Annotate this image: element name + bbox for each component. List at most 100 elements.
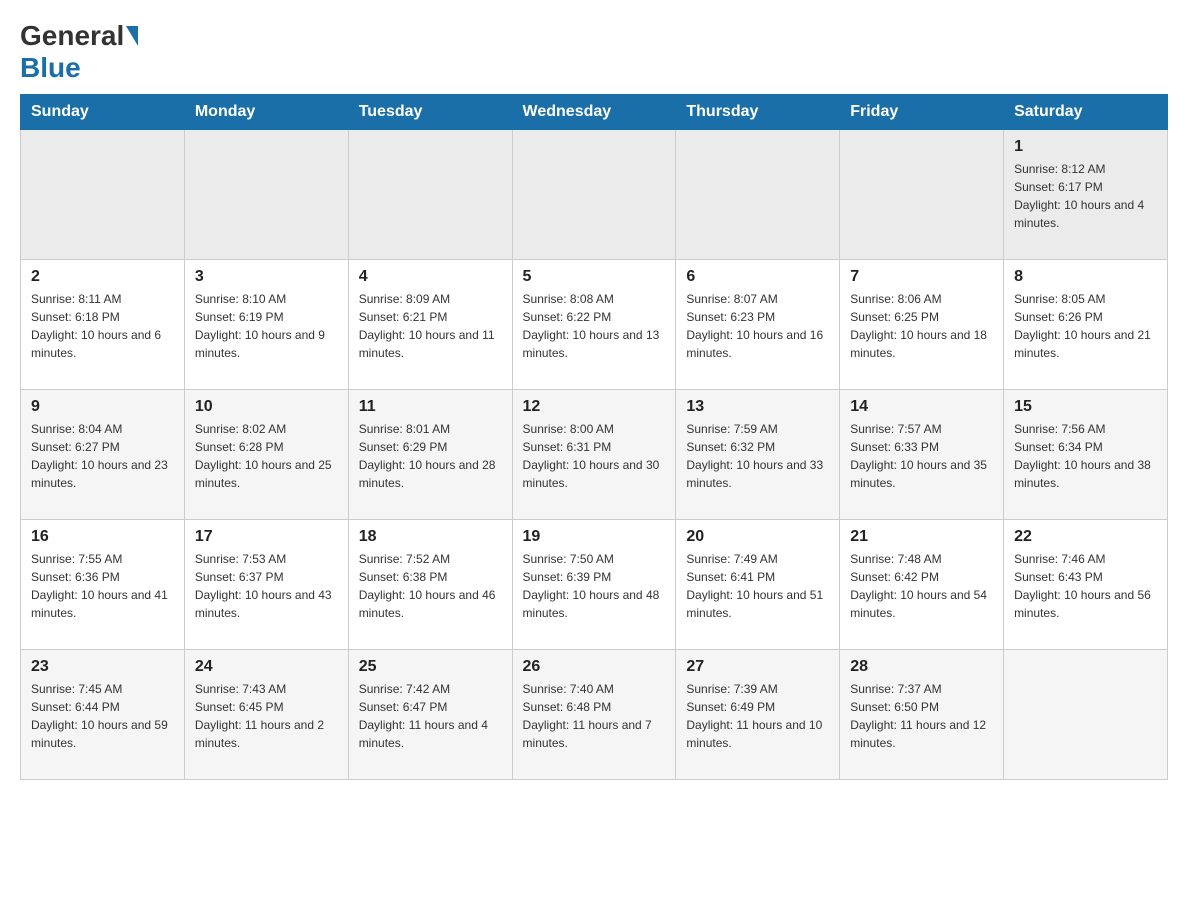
day-info: Sunrise: 7:59 AMSunset: 6:32 PMDaylight:… bbox=[686, 420, 829, 492]
calendar-cell: 21 Sunrise: 7:48 AMSunset: 6:42 PMDayligh… bbox=[840, 520, 1004, 650]
logo-triangle-icon bbox=[126, 26, 138, 46]
calendar-week-row: 23Sunrise: 7:45 AMSunset: 6:44 PMDayligh… bbox=[21, 650, 1168, 780]
calendar-table: SundayMondayTuesdayWednesdayThursdayFrid… bbox=[20, 94, 1168, 780]
calendar-cell: 25 Sunrise: 7:42 AMSunset: 6:47 PMDayligh… bbox=[348, 650, 512, 780]
calendar-cell: 14 Sunrise: 7:57 AMSunset: 6:33 PMDayligh… bbox=[840, 390, 1004, 520]
calendar-cell bbox=[184, 130, 348, 260]
day-info: Sunrise: 8:12 AMSunset: 6:17 PMDaylight:… bbox=[1014, 160, 1157, 232]
calendar-cell bbox=[348, 130, 512, 260]
calendar-cell: 11Sunrise: 8:01 AMSunset: 6:29 PMDayligh… bbox=[348, 390, 512, 520]
day-number: 20 bbox=[686, 528, 829, 546]
calendar-week-row: 2 Sunrise: 8:11 AMSunset: 6:18 PMDaylight… bbox=[21, 260, 1168, 390]
calendar-cell: 7 Sunrise: 8:06 AMSunset: 6:25 PMDaylight… bbox=[840, 260, 1004, 390]
calendar-cell bbox=[21, 130, 185, 260]
calendar-cell: 6Sunrise: 8:07 AMSunset: 6:23 PMDaylight… bbox=[676, 260, 840, 390]
calendar-cell: 27 Sunrise: 7:39 AMSunset: 6:49 PMDayligh… bbox=[676, 650, 840, 780]
weekday-header-sunday: Sunday bbox=[21, 95, 185, 130]
day-number: 3 bbox=[195, 268, 338, 286]
day-number: 17 bbox=[195, 528, 338, 546]
day-number: 16 bbox=[31, 528, 174, 546]
calendar-cell bbox=[1004, 650, 1168, 780]
calendar-week-row: 9 Sunrise: 8:04 AMSunset: 6:27 PMDaylight… bbox=[21, 390, 1168, 520]
calendar-cell: 10Sunrise: 8:02 AMSunset: 6:28 PMDayligh… bbox=[184, 390, 348, 520]
weekday-header-thursday: Thursday bbox=[676, 95, 840, 130]
day-info: Sunrise: 7:48 AMSunset: 6:42 PMDaylight:… bbox=[850, 550, 993, 622]
day-info: Sunrise: 7:37 AMSunset: 6:50 PMDaylight:… bbox=[850, 680, 993, 752]
calendar-cell: 22 Sunrise: 7:46 AMSunset: 6:43 PMDayligh… bbox=[1004, 520, 1168, 650]
day-number: 2 bbox=[31, 268, 174, 286]
day-info: Sunrise: 7:52 AMSunset: 6:38 PMDaylight:… bbox=[359, 550, 502, 622]
logo-blue-text: Blue bbox=[20, 52, 81, 83]
day-number: 21 bbox=[850, 528, 993, 546]
day-number: 27 bbox=[686, 658, 829, 676]
calendar-cell: 28 Sunrise: 7:37 AMSunset: 6:50 PMDayligh… bbox=[840, 650, 1004, 780]
calendar-week-row: 16 Sunrise: 7:55 AMSunset: 6:36 PMDayligh… bbox=[21, 520, 1168, 650]
day-info: Sunrise: 7:40 AMSunset: 6:48 PMDaylight:… bbox=[523, 680, 666, 752]
day-number: 19 bbox=[523, 528, 666, 546]
calendar-cell: 2 Sunrise: 8:11 AMSunset: 6:18 PMDaylight… bbox=[21, 260, 185, 390]
day-info: Sunrise: 7:57 AMSunset: 6:33 PMDaylight:… bbox=[850, 420, 993, 492]
calendar-cell: 17Sunrise: 7:53 AMSunset: 6:37 PMDayligh… bbox=[184, 520, 348, 650]
day-number: 18 bbox=[359, 528, 502, 546]
calendar-cell bbox=[512, 130, 676, 260]
day-info: Sunrise: 8:04 AMSunset: 6:27 PMDaylight:… bbox=[31, 420, 174, 492]
day-number: 28 bbox=[850, 658, 993, 676]
day-info: Sunrise: 8:05 AMSunset: 6:26 PMDaylight:… bbox=[1014, 290, 1157, 362]
calendar-cell: 12 Sunrise: 8:00 AMSunset: 6:31 PMDayligh… bbox=[512, 390, 676, 520]
day-number: 13 bbox=[686, 398, 829, 416]
day-info: Sunrise: 7:46 AMSunset: 6:43 PMDaylight:… bbox=[1014, 550, 1157, 622]
day-number: 25 bbox=[359, 658, 502, 676]
day-number: 22 bbox=[1014, 528, 1157, 546]
day-info: Sunrise: 7:49 AMSunset: 6:41 PMDaylight:… bbox=[686, 550, 829, 622]
weekday-header-friday: Friday bbox=[840, 95, 1004, 130]
page-header: General Blue bbox=[20, 20, 1168, 84]
calendar-cell: 3 Sunrise: 8:10 AMSunset: 6:19 PMDaylight… bbox=[184, 260, 348, 390]
weekday-header-monday: Monday bbox=[184, 95, 348, 130]
calendar-cell: 23Sunrise: 7:45 AMSunset: 6:44 PMDayligh… bbox=[21, 650, 185, 780]
day-number: 15 bbox=[1014, 398, 1157, 416]
logo-general-text: General bbox=[20, 20, 124, 52]
day-info: Sunrise: 7:43 AMSunset: 6:45 PMDaylight:… bbox=[195, 680, 338, 752]
calendar-cell: 18 Sunrise: 7:52 AMSunset: 6:38 PMDayligh… bbox=[348, 520, 512, 650]
day-info: Sunrise: 7:56 AMSunset: 6:34 PMDaylight:… bbox=[1014, 420, 1157, 492]
day-number: 23 bbox=[31, 658, 174, 676]
calendar-cell: 13 Sunrise: 7:59 AMSunset: 6:32 PMDayligh… bbox=[676, 390, 840, 520]
day-number: 4 bbox=[359, 268, 502, 286]
calendar-cell: 24 Sunrise: 7:43 AMSunset: 6:45 PMDayligh… bbox=[184, 650, 348, 780]
calendar-cell: 16 Sunrise: 7:55 AMSunset: 6:36 PMDayligh… bbox=[21, 520, 185, 650]
weekday-header-saturday: Saturday bbox=[1004, 95, 1168, 130]
day-number: 9 bbox=[31, 398, 174, 416]
calendar-week-row: 1 Sunrise: 8:12 AMSunset: 6:17 PMDaylight… bbox=[21, 130, 1168, 260]
calendar-cell: 20 Sunrise: 7:49 AMSunset: 6:41 PMDayligh… bbox=[676, 520, 840, 650]
day-info: Sunrise: 8:08 AMSunset: 6:22 PMDaylight:… bbox=[523, 290, 666, 362]
calendar-cell: 9 Sunrise: 8:04 AMSunset: 6:27 PMDaylight… bbox=[21, 390, 185, 520]
day-number: 10 bbox=[195, 398, 338, 416]
calendar-cell bbox=[676, 130, 840, 260]
day-info: Sunrise: 8:01 AMSunset: 6:29 PMDaylight:… bbox=[359, 420, 502, 492]
logo: General Blue bbox=[20, 20, 140, 84]
day-info: Sunrise: 8:11 AMSunset: 6:18 PMDaylight:… bbox=[31, 290, 174, 362]
day-info: Sunrise: 7:39 AMSunset: 6:49 PMDaylight:… bbox=[686, 680, 829, 752]
calendar-cell: 8 Sunrise: 8:05 AMSunset: 6:26 PMDaylight… bbox=[1004, 260, 1168, 390]
day-number: 5 bbox=[523, 268, 666, 286]
calendar-cell: 4Sunrise: 8:09 AMSunset: 6:21 PMDaylight… bbox=[348, 260, 512, 390]
day-info: Sunrise: 8:07 AMSunset: 6:23 PMDaylight:… bbox=[686, 290, 829, 362]
weekday-header-wednesday: Wednesday bbox=[512, 95, 676, 130]
weekday-header-row: SundayMondayTuesdayWednesdayThursdayFrid… bbox=[21, 95, 1168, 130]
day-info: Sunrise: 7:42 AMSunset: 6:47 PMDaylight:… bbox=[359, 680, 502, 752]
day-info: Sunrise: 8:06 AMSunset: 6:25 PMDaylight:… bbox=[850, 290, 993, 362]
calendar-cell: 1 Sunrise: 8:12 AMSunset: 6:17 PMDaylight… bbox=[1004, 130, 1168, 260]
calendar-cell bbox=[840, 130, 1004, 260]
day-info: Sunrise: 8:00 AMSunset: 6:31 PMDaylight:… bbox=[523, 420, 666, 492]
day-number: 12 bbox=[523, 398, 666, 416]
day-number: 1 bbox=[1014, 138, 1157, 156]
calendar-cell: 19Sunrise: 7:50 AMSunset: 6:39 PMDayligh… bbox=[512, 520, 676, 650]
day-number: 24 bbox=[195, 658, 338, 676]
calendar-cell: 26Sunrise: 7:40 AMSunset: 6:48 PMDayligh… bbox=[512, 650, 676, 780]
day-info: Sunrise: 7:55 AMSunset: 6:36 PMDaylight:… bbox=[31, 550, 174, 622]
day-number: 8 bbox=[1014, 268, 1157, 286]
weekday-header-tuesday: Tuesday bbox=[348, 95, 512, 130]
day-number: 14 bbox=[850, 398, 993, 416]
day-number: 7 bbox=[850, 268, 993, 286]
day-info: Sunrise: 8:10 AMSunset: 6:19 PMDaylight:… bbox=[195, 290, 338, 362]
